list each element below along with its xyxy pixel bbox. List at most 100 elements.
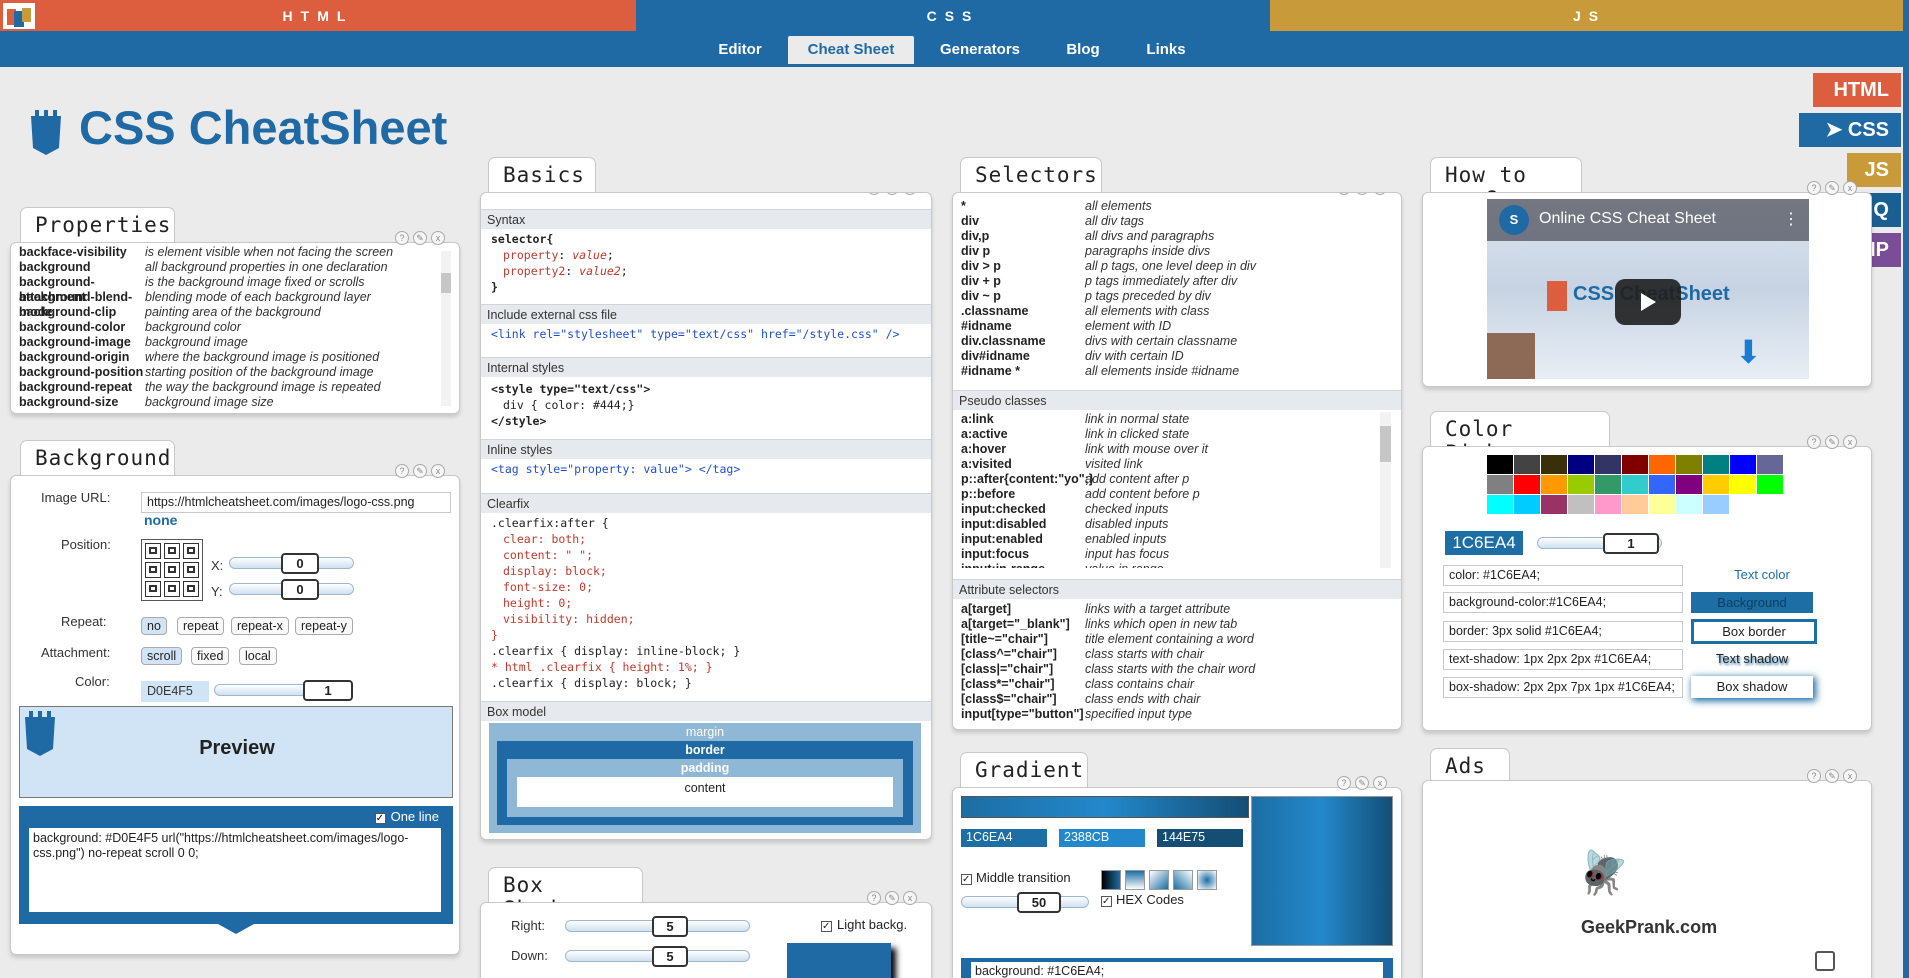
position-cell[interactable] bbox=[183, 543, 199, 559]
ad-stop-icon[interactable] bbox=[1815, 951, 1835, 971]
color-swatch[interactable] bbox=[1595, 455, 1621, 474]
none-link[interactable]: none bbox=[144, 512, 177, 528]
color-swatch[interactable] bbox=[1730, 475, 1756, 494]
list-item[interactable]: div.classname divs with certain classname bbox=[961, 334, 1391, 349]
text-shadow-sample[interactable]: Text shadow bbox=[1691, 651, 1813, 666]
color-swatch[interactable] bbox=[1730, 455, 1756, 474]
color-swatch[interactable] bbox=[1487, 475, 1513, 494]
hex-input[interactable]: 1C6EA4 bbox=[1445, 531, 1523, 555]
color-swatch[interactable] bbox=[1595, 495, 1621, 514]
list-item[interactable]: p::before add content before p bbox=[961, 487, 1381, 502]
position-cell[interactable] bbox=[145, 581, 161, 597]
background-color-code-input[interactable]: background-color:#1C6EA4; bbox=[1443, 592, 1683, 613]
light-background-checkbox[interactable]: ✓ Light backg. bbox=[821, 917, 907, 932]
list-item[interactable]: input:in-rangevalue in range bbox=[961, 562, 1381, 568]
play-button[interactable] bbox=[1615, 279, 1681, 325]
color-swatch[interactable] bbox=[1514, 495, 1540, 514]
list-item[interactable]: background-repeat the way the background … bbox=[19, 380, 439, 395]
list-item[interactable]: background-size background image size bbox=[19, 395, 439, 410]
position-cell[interactable] bbox=[164, 543, 180, 559]
list-item[interactable]: input:enabled enabled inputs bbox=[961, 532, 1381, 547]
color-swatch[interactable] bbox=[1649, 495, 1675, 514]
attachment-local-button[interactable]: local bbox=[239, 647, 277, 665]
attachment-scroll-button[interactable]: scroll bbox=[141, 647, 183, 665]
list-item[interactable]: background all background properties in o… bbox=[19, 260, 439, 275]
list-item[interactable]: [class*="chair"] class contains chair bbox=[961, 677, 1391, 692]
position-cell[interactable] bbox=[145, 543, 161, 559]
pseudo-scrollbar[interactable] bbox=[1380, 412, 1391, 568]
list-item[interactable]: backface-visibility is element visible wh… bbox=[19, 245, 439, 260]
color-code-input[interactable]: color: #1C6EA4; bbox=[1443, 565, 1683, 586]
list-item[interactable]: input:disabled disabled inputs bbox=[961, 517, 1381, 532]
color-swatch[interactable] bbox=[1676, 455, 1702, 474]
color-swatch[interactable] bbox=[1568, 475, 1594, 494]
list-item[interactable]: [title~="chair"] title element containing… bbox=[961, 632, 1391, 647]
color-swatch[interactable] bbox=[1622, 475, 1648, 494]
repeat-button[interactable]: repeat bbox=[177, 617, 225, 635]
panel-controls[interactable]: ? ✎ x bbox=[1807, 435, 1857, 449]
css-section-link[interactable]: CSS bbox=[636, 0, 1270, 31]
color-swatch[interactable] bbox=[1514, 455, 1540, 474]
list-item[interactable]: * all elements bbox=[961, 199, 1391, 214]
list-item[interactable]: .classname all elements with class bbox=[961, 304, 1391, 319]
list-item[interactable]: [class|="chair"] class starts with the ch… bbox=[961, 662, 1391, 677]
opacity-value[interactable]: 1 bbox=[303, 680, 353, 701]
panel-controls[interactable]: ? ✎ x bbox=[395, 231, 445, 245]
color-swatch[interactable] bbox=[1649, 475, 1675, 494]
fly-icon[interactable]: 🪰 bbox=[1577, 849, 1629, 898]
text-color-sample[interactable]: Text color bbox=[1701, 567, 1823, 582]
background-sample[interactable]: Background bbox=[1691, 592, 1813, 613]
gradient-direction-buttons[interactable] bbox=[1101, 870, 1217, 890]
list-item[interactable]: input:checked checked inputs bbox=[961, 502, 1381, 517]
list-item[interactable]: div#idname div with certain ID bbox=[961, 349, 1391, 364]
video-player[interactable]: S Online CSS Cheat Sheet ⋮ CSS CheatShee… bbox=[1487, 199, 1809, 379]
color-swatch[interactable] bbox=[1622, 495, 1648, 514]
nav-generators[interactable]: Generators bbox=[925, 36, 1035, 64]
side-html-button[interactable]: HTML bbox=[1813, 73, 1901, 107]
color-swatch[interactable] bbox=[1703, 475, 1729, 494]
position-cell[interactable] bbox=[164, 562, 180, 578]
panel-controls[interactable]: ? ✎ x bbox=[1807, 181, 1857, 195]
right-value[interactable]: 5 bbox=[652, 916, 688, 937]
y-value[interactable]: 0 bbox=[281, 579, 319, 600]
list-item[interactable]: background-origin where the background im… bbox=[19, 350, 439, 365]
html-section-link[interactable]: HTML bbox=[0, 0, 636, 31]
list-item[interactable]: div ~ p p tags preceded by div bbox=[961, 289, 1391, 304]
text-shadow-code-input[interactable]: text-shadow: 1px 2px 2px #1C6EA4; bbox=[1443, 649, 1683, 670]
list-item[interactable]: p::after{content:"yo";} add content after… bbox=[961, 472, 1381, 487]
list-item[interactable]: a[target="_blank"] links which open in ne… bbox=[961, 617, 1391, 632]
list-item[interactable]: div p paragraphs inside divs bbox=[961, 244, 1391, 259]
list-item[interactable]: #idname element with ID bbox=[961, 319, 1391, 334]
side-css-button[interactable]: ➤ CSS bbox=[1799, 113, 1901, 147]
color-opacity-value[interactable]: 1 bbox=[1603, 533, 1659, 554]
middle-transition-checkbox[interactable]: ✓ Middle transition bbox=[961, 870, 1071, 885]
color-swatch[interactable] bbox=[1568, 495, 1594, 514]
scrollbar[interactable] bbox=[1903, 0, 1909, 978]
color-swatch[interactable] bbox=[1676, 475, 1702, 494]
nav-cheat-sheet[interactable]: Cheat Sheet bbox=[788, 36, 914, 64]
color-swatch[interactable] bbox=[1541, 475, 1567, 494]
list-item[interactable]: [class$="chair"] class ends with chair bbox=[961, 692, 1391, 707]
down-value[interactable]: 5 bbox=[652, 946, 688, 967]
image-url-input[interactable]: https://htmlcheatsheet.com/images/logo-c… bbox=[141, 492, 451, 513]
list-item[interactable]: background-clip painting area of the back… bbox=[19, 305, 439, 320]
panel-controls[interactable]: ? ✎ x bbox=[395, 464, 445, 478]
panel-controls[interactable]: ? ✎ x bbox=[1337, 776, 1387, 790]
color-swatch[interactable] bbox=[1622, 455, 1648, 474]
position-cell[interactable] bbox=[145, 562, 161, 578]
color-swatch[interactable] bbox=[1541, 455, 1567, 474]
list-item[interactable]: div > p all p tags, one level deep in div bbox=[961, 259, 1391, 274]
panel-controls[interactable]: ? ✎ x bbox=[867, 891, 917, 905]
color-swatch[interactable] bbox=[1568, 455, 1594, 474]
panel-controls[interactable]: ? ✎ x bbox=[867, 193, 917, 195]
hex-codes-checkbox[interactable]: ✓ HEX Codes bbox=[1101, 892, 1184, 907]
list-item[interactable]: a[target] links with a target attribute bbox=[961, 602, 1391, 617]
one-line-checkbox[interactable]: ✓ One line bbox=[374, 809, 439, 824]
position-cell[interactable] bbox=[183, 581, 199, 597]
gradient-code-textarea[interactable]: background: #1C6EA4; bbox=[971, 962, 1383, 978]
list-item[interactable]: background-blend-mode blending mode of ea… bbox=[19, 290, 439, 319]
color-swatch[interactable] bbox=[1757, 455, 1783, 474]
color-swatch[interactable] bbox=[1487, 455, 1513, 474]
repeat-x-button[interactable]: repeat-x bbox=[231, 617, 289, 635]
border-code-input[interactable]: border: 3px solid #1C6EA4; bbox=[1443, 621, 1683, 642]
